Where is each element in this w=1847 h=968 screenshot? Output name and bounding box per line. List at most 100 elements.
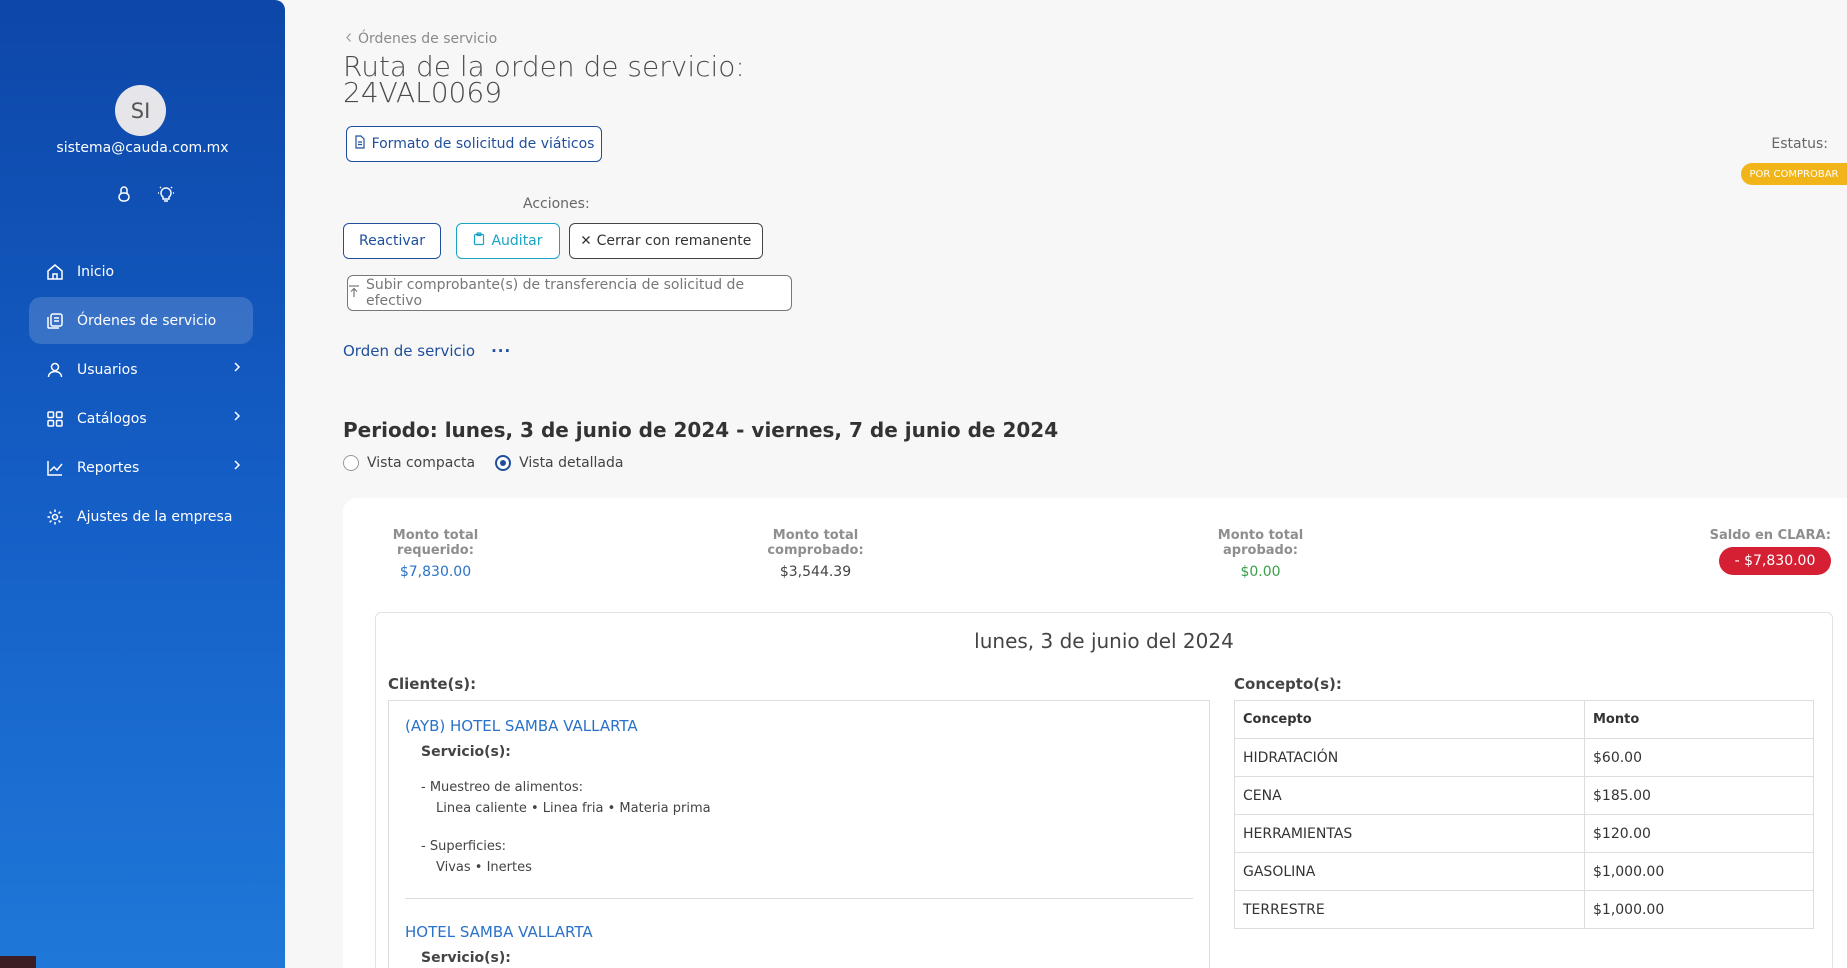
- main-content: Órdenes de servicio Ruta de la orden de …: [285, 0, 1847, 968]
- servicio-item: - Muestreo de alimentos: Linea caliente …: [421, 777, 711, 819]
- radio-vista-detallada[interactable]: Vista detallada: [495, 455, 623, 471]
- sidebar-item-catalogos[interactable]: Catálogos: [29, 395, 253, 442]
- more-options-icon[interactable]: ···: [491, 342, 511, 360]
- cerrar-remanente-label: Cerrar con remanente: [596, 233, 752, 249]
- lightbulb-icon[interactable]: [155, 183, 177, 205]
- lock-icon[interactable]: [113, 183, 135, 205]
- chevron-right-icon: [233, 361, 241, 377]
- table-row: TERRESTRE $1,000.00: [1234, 890, 1814, 929]
- sidebar-item-reportes[interactable]: Reportes: [29, 444, 253, 491]
- radio-circle[interactable]: [343, 455, 359, 471]
- sidebar-item-inicio[interactable]: Inicio: [29, 248, 253, 295]
- sidebar-item-label: Catálogos: [77, 410, 147, 427]
- day-section: lunes, 3 de junio del 2024 Cliente(s): C…: [375, 612, 1833, 968]
- clientes-list: (AYB) HOTEL SAMBA VALLARTA Servicio(s): …: [388, 700, 1210, 968]
- subir-comprobante-label: Subir comprobante(s) de transferencia de…: [366, 277, 745, 309]
- column-header: Monto: [1584, 700, 1814, 739]
- chevron-right-icon: [233, 410, 241, 426]
- sidebar-item-label: Inicio: [77, 263, 115, 280]
- cliente-name[interactable]: (AYB) HOTEL SAMBA VALLARTA: [405, 717, 638, 735]
- conceptos-table: Concepto Monto HIDRATACIÓN $60.00 CENA $…: [1234, 700, 1814, 929]
- user-actions: [113, 183, 177, 205]
- reactivar-button[interactable]: Reactivar: [343, 223, 441, 259]
- saldo-badge: - $7,830.00: [1719, 547, 1831, 575]
- tab-label: Orden de servicio: [343, 342, 476, 360]
- servicio-detail: Vivas • Inertes: [436, 860, 532, 875]
- servicio-title: - Muestreo de alimentos:: [421, 780, 583, 795]
- monto-cell: $1,000.00: [1584, 852, 1814, 891]
- monto-cell: $1,000.00: [1584, 890, 1814, 929]
- page-title: Ruta de la orden de servicio: 24VAL0069: [343, 53, 745, 109]
- breadcrumb-label: Órdenes de servicio: [358, 31, 498, 47]
- sidebar-nav: Inicio Órdenes de servicio Usuarios Catá…: [29, 248, 253, 542]
- orders-icon: [45, 311, 65, 331]
- avatar[interactable]: SI: [115, 85, 166, 136]
- radio-circle-selected[interactable]: [495, 455, 512, 471]
- chevron-right-icon: [233, 459, 241, 475]
- sidebar-item-ajustes[interactable]: Ajustes de la empresa: [29, 493, 253, 540]
- concepto-cell: CENA: [1234, 776, 1585, 815]
- divider: [405, 898, 1193, 899]
- clipboard-icon: [473, 232, 485, 250]
- monto-cell: $60.00: [1584, 738, 1814, 777]
- summary-value: $3,544.39: [779, 564, 852, 580]
- corner-mark: [0, 956, 36, 968]
- viaticos-format-label: Formato de solicitud de viáticos: [371, 136, 595, 152]
- summary-label: Monto total aprobado:: [1217, 528, 1304, 558]
- viaticos-format-button[interactable]: Formato de solicitud de viáticos: [346, 126, 602, 162]
- home-icon: [45, 262, 65, 282]
- gear-icon: [45, 507, 65, 527]
- servicios-label: Servicio(s):: [421, 950, 511, 966]
- sidebar: SI sistema@cauda.com.mx Inicio Órdenes d…: [0, 0, 285, 968]
- auditar-button[interactable]: Auditar: [456, 223, 560, 259]
- cliente-name[interactable]: HOTEL SAMBA VALLARTA: [405, 923, 593, 941]
- concepto-cell: HIDRATACIÓN: [1234, 738, 1585, 777]
- grid-icon: [45, 409, 65, 429]
- page-title-line2: 24VAL0069: [343, 76, 503, 109]
- clientes-label: Cliente(s):: [388, 675, 477, 693]
- chevron-left-icon: [345, 31, 352, 47]
- view-toggle: Vista compacta Vista detallada: [343, 455, 623, 471]
- summary-value: $0.00: [1240, 564, 1281, 580]
- user-icon: [45, 360, 65, 380]
- summary-label: Saldo en CLARA:: [1709, 528, 1831, 543]
- table-header-row: Concepto Monto: [1234, 700, 1814, 739]
- concepto-cell: HERRAMIENTAS: [1234, 814, 1585, 853]
- summary-value: $7,830.00: [399, 564, 472, 580]
- summary-label: Monto total comprobado:: [767, 528, 864, 558]
- auditar-label: Auditar: [491, 233, 543, 249]
- cerrar-remanente-button[interactable]: Cerrar con remanente: [569, 223, 763, 259]
- summary-requerido: Monto total requerido: $7,830.00: [373, 528, 498, 580]
- servicio-title: - Superficies:: [421, 839, 507, 854]
- radio-vista-compacta[interactable]: Vista compacta: [343, 455, 475, 471]
- breadcrumb[interactable]: Órdenes de servicio: [345, 31, 497, 47]
- summary-card: Monto total requerido: $7,830.00 Monto t…: [343, 498, 1847, 968]
- monto-cell: $120.00: [1584, 814, 1814, 853]
- sidebar-item-label: Reportes: [77, 459, 140, 476]
- radio-label: Vista compacta: [367, 455, 476, 471]
- chart-icon: [45, 458, 65, 478]
- sidebar-item-label: Ajustes de la empresa: [77, 508, 233, 525]
- tab-orden-servicio[interactable]: Orden de servicio ···: [343, 342, 511, 360]
- summary-label: Monto total requerido:: [392, 528, 479, 558]
- status-label: Estatus:: [1771, 136, 1828, 152]
- monto-cell: $185.00: [1584, 776, 1814, 815]
- actions-label: Acciones:: [523, 196, 590, 212]
- servicio-detail: Linea caliente • Linea fria • Materia pr…: [436, 801, 711, 816]
- upload-icon: [348, 284, 360, 302]
- sidebar-item-label: Órdenes de servicio: [77, 312, 217, 329]
- subir-comprobante-button[interactable]: Subir comprobante(s) de transferencia de…: [347, 275, 792, 311]
- summary-comprobado: Monto total comprobado: $3,544.39: [743, 528, 888, 580]
- table-row: HIDRATACIÓN $60.00: [1234, 738, 1814, 777]
- sidebar-item-ordenes[interactable]: Órdenes de servicio: [29, 297, 253, 344]
- user-email: sistema@cauda.com.mx: [56, 140, 229, 156]
- table-row: CENA $185.00: [1234, 776, 1814, 815]
- summary-saldo: Saldo en CLARA: - $7,830.00: [1701, 528, 1831, 575]
- table-row: GASOLINA $1,000.00: [1234, 852, 1814, 891]
- servicios-label: Servicio(s):: [421, 744, 511, 760]
- periodo-heading: Periodo: lunes, 3 de junio de 2024 - vie…: [343, 418, 1059, 442]
- sidebar-item-usuarios[interactable]: Usuarios: [29, 346, 253, 393]
- close-icon: [581, 233, 591, 249]
- concepto-cell: GASOLINA: [1234, 852, 1585, 891]
- concepto-cell: TERRESTRE: [1234, 890, 1585, 929]
